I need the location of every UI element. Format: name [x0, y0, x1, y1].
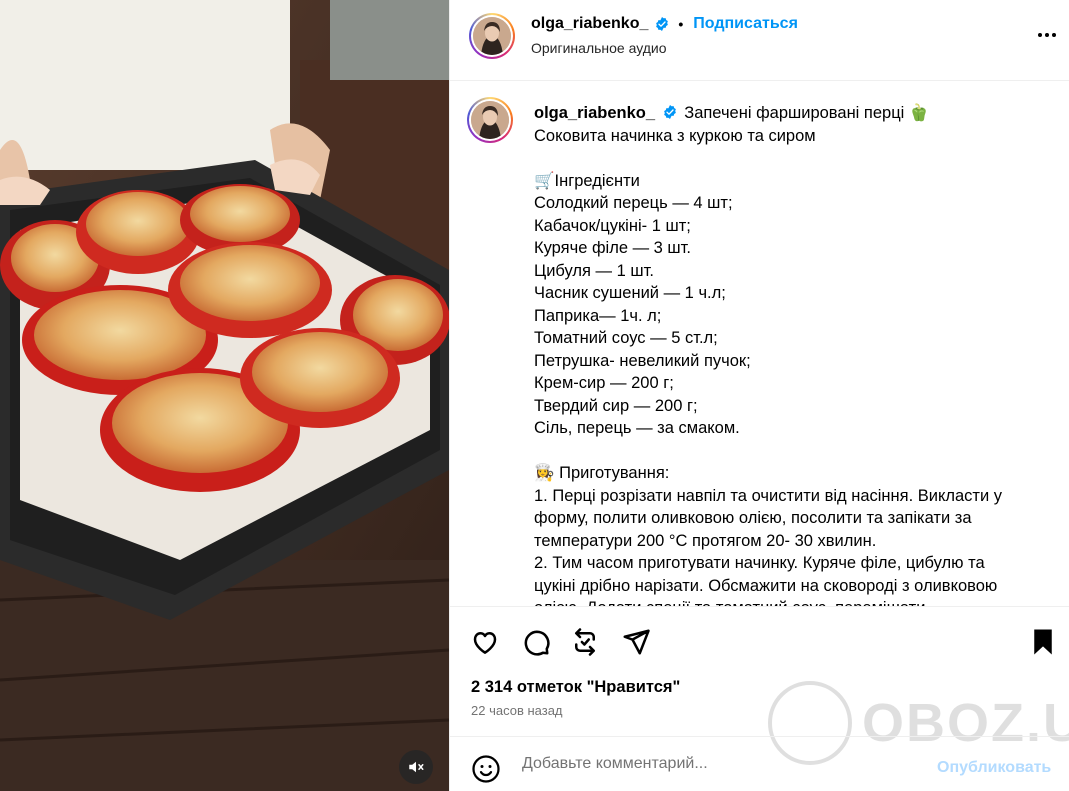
caption-line: Часник сушений — 1 ч.л;: [534, 284, 726, 302]
caption-avatar[interactable]: [467, 97, 513, 143]
caption-line: форму, полити оливковою олією, посолити …: [534, 509, 972, 527]
caption-line: Томатний соус — 5 ст.л;: [534, 329, 718, 347]
caption-line: Цибуля — 1 шт.: [534, 261, 654, 280]
more-icon[interactable]: [1038, 33, 1056, 37]
caption-line: температури 200 °С протягом 20- 30 хвили…: [534, 531, 877, 550]
action-bar: 2 314 отметок "Нравится" 22 часов назад …: [450, 606, 1069, 765]
caption-line: Паприка— 1ч. л;: [534, 306, 662, 325]
follow-button[interactable]: Подписаться: [693, 15, 798, 33]
post-header: olga_riabenko_ • Подписаться Оригинально…: [450, 0, 1069, 81]
publish-button[interactable]: Опубликовать: [937, 759, 1051, 777]
caption-line: Куряче філе — 3 шт.: [534, 239, 691, 257]
separator-dot: •: [678, 16, 684, 32]
bookmark-icon[interactable]: [1028, 627, 1058, 657]
caption-line: Солодкий перець — 4 шт;: [534, 194, 733, 212]
verified-badge-icon: [656, 17, 669, 31]
verified-badge-icon: [663, 105, 676, 119]
header-user: olga_riabenko_ • Подписаться: [531, 15, 798, 33]
post-panel: olga_riabenko_ • Подписаться Оригинально…: [449, 0, 1069, 791]
comment-bar: Опубликовать: [450, 736, 1069, 791]
header-username[interactable]: olga_riabenko_: [531, 15, 648, 33]
emoji-icon[interactable]: [471, 754, 501, 784]
caption-line: Крем-сир — 200 г;: [534, 374, 674, 392]
caption-first-line: olga_riabenko_ Запечені фаршировані перц…: [534, 102, 1054, 125]
caption-blank: [534, 440, 1054, 463]
muted-speaker-icon: [409, 761, 424, 773]
food-photo: [0, 0, 449, 791]
caption-line: Петрушка- невеликий пучок;: [534, 351, 751, 370]
mute-button[interactable]: [399, 750, 433, 784]
caption-line: Кабачок/цукіні- 1 шт;: [534, 216, 691, 235]
heart-icon[interactable]: [470, 627, 500, 657]
original-audio-link[interactable]: Оригинальное аудио: [531, 40, 667, 56]
caption-line: олією. Додати спеції та томатний соус, п…: [534, 597, 1054, 606]
likes-count[interactable]: 2 314 отметок "Нравится": [471, 678, 680, 697]
caption-area: olga_riabenko_ Запечені фаршировані перц…: [450, 81, 1069, 606]
caption-line: 1. Перці розрізати навпіл та очистити ві…: [534, 486, 1003, 505]
avatar[interactable]: [469, 13, 515, 59]
comment-icon[interactable]: [521, 627, 551, 657]
caption-line: Соковита начинка з куркою та сиром: [534, 126, 816, 145]
comment-input[interactable]: [522, 755, 912, 773]
caption-line: 🛒Інгредієнти: [534, 171, 640, 190]
caption-line: цукіні дрібно нарізати. Обсмажити на ско…: [534, 576, 998, 595]
caption-line: Твердий сир — 200 г;: [534, 396, 698, 415]
caption-username[interactable]: olga_riabenko_: [534, 104, 655, 122]
repost-icon[interactable]: [570, 627, 600, 657]
caption-line: 2. Тим часом приготувати начинку. Куряче…: [534, 554, 985, 572]
send-icon[interactable]: [621, 627, 651, 657]
post-time[interactable]: 22 часов назад: [471, 703, 563, 718]
caption-title: Запечені фаршировані перці 🫑: [684, 104, 930, 122]
caption-text: olga_riabenko_ Запечені фаршировані перц…: [534, 102, 1054, 606]
post-media[interactable]: [0, 0, 449, 791]
caption-line: Сіль, перець — за смаком.: [534, 419, 740, 437]
caption-line: 👩‍🍳 Приготування:: [534, 464, 670, 482]
caption-blank: [534, 147, 1054, 170]
